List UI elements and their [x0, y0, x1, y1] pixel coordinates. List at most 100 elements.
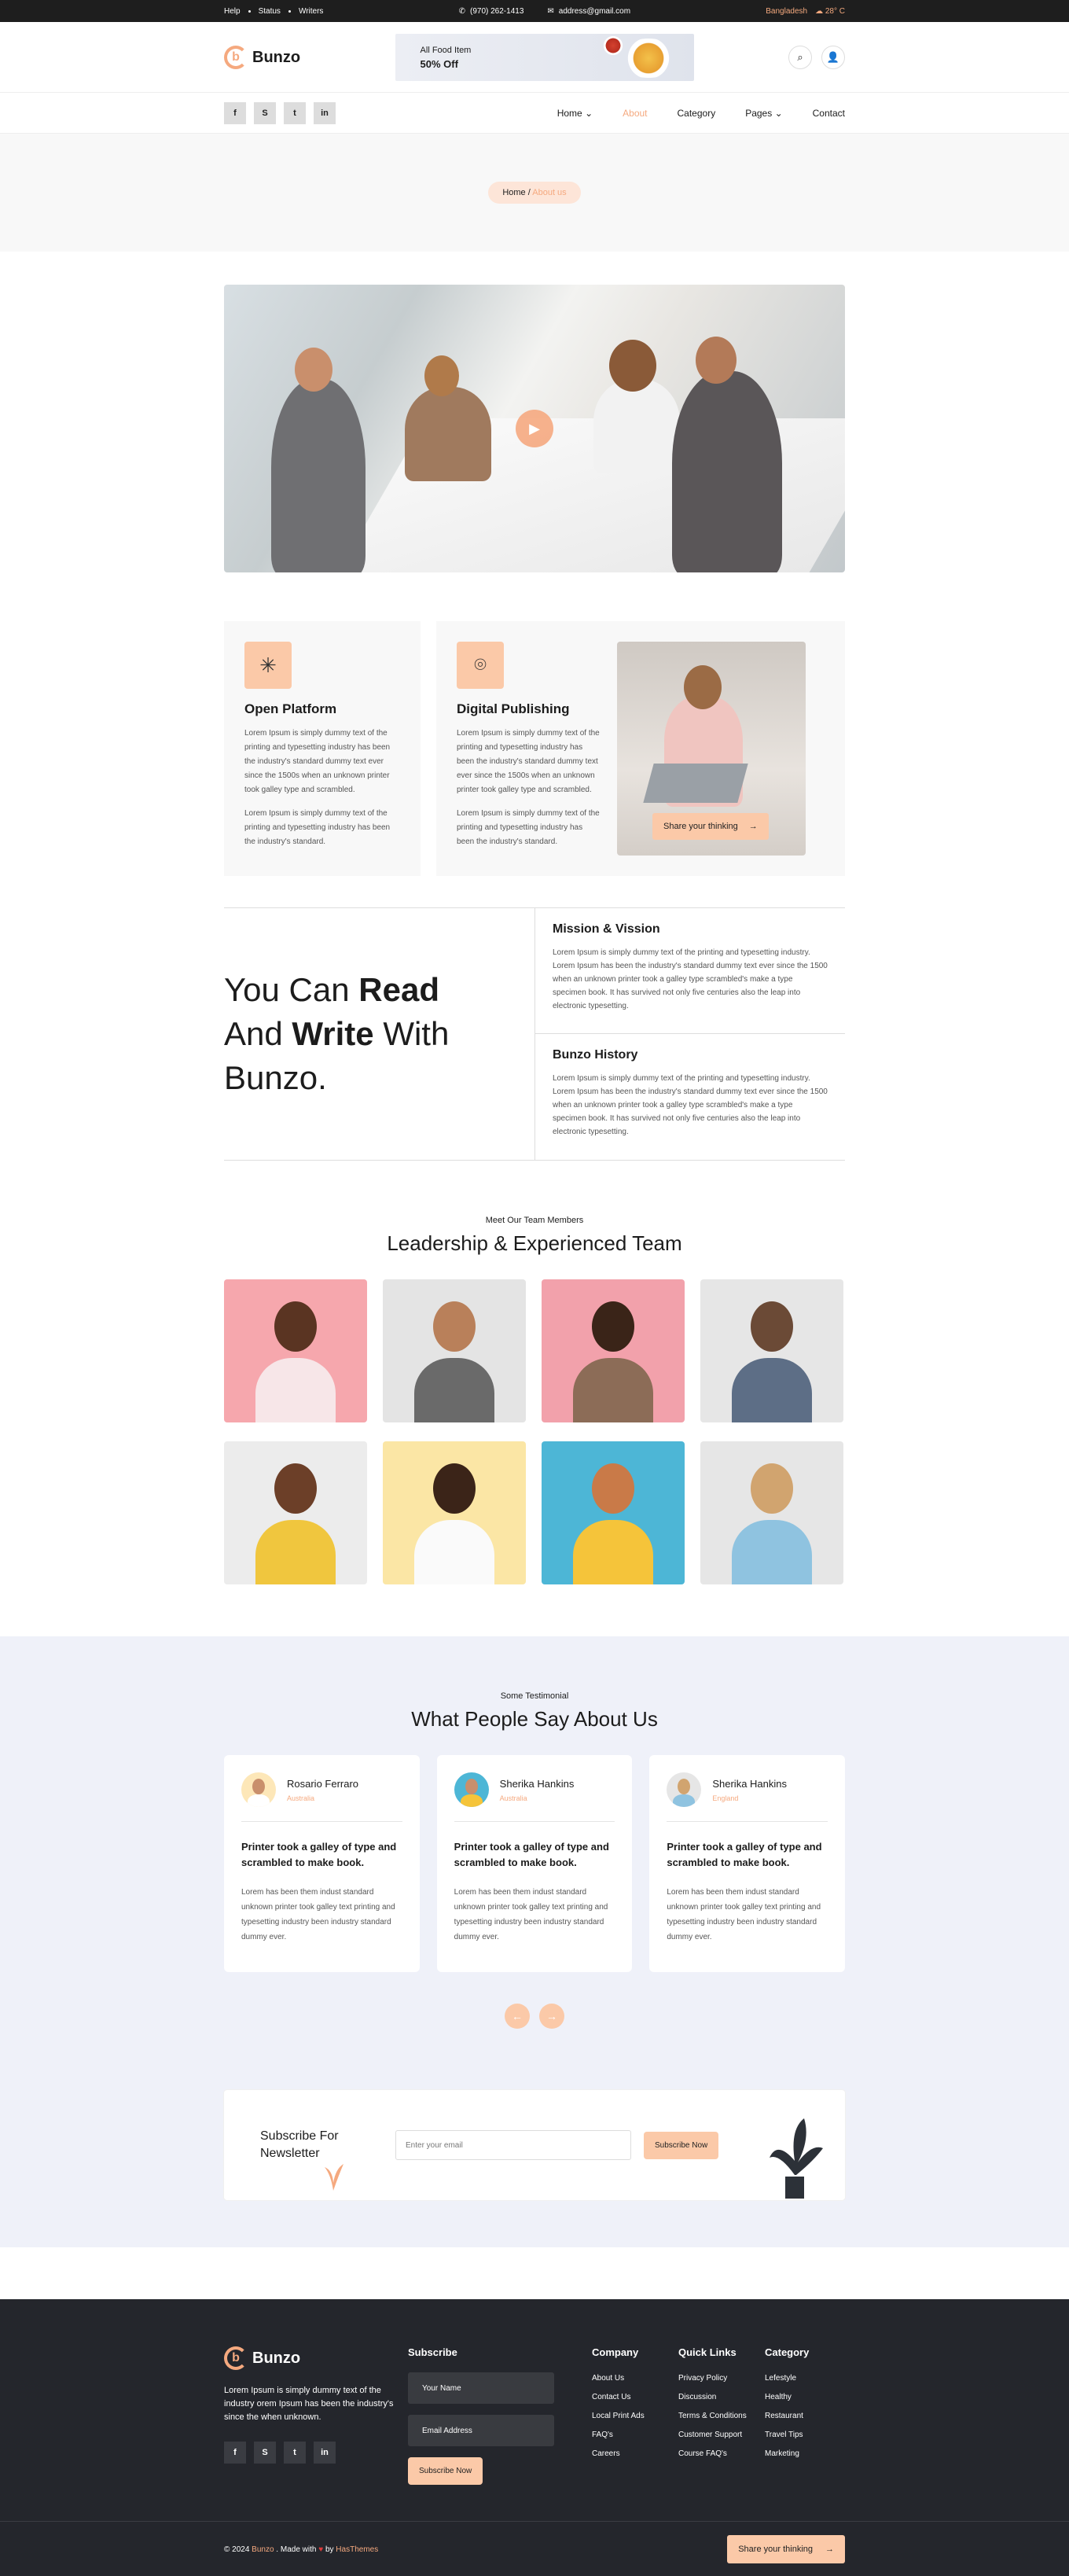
top-link-writers[interactable]: Writers [299, 7, 323, 16]
team-member-photo[interactable] [224, 1441, 367, 1584]
play-icon[interactable]: ▶ [516, 410, 553, 447]
skype-icon[interactable]: S [254, 2442, 276, 2464]
search-icon[interactable]: ⌕ [788, 46, 812, 69]
menu-item-contact[interactable]: Contact [813, 108, 845, 119]
footer-link[interactable]: FAQ's [592, 2431, 678, 2439]
team-title: Leadership & Experienced Team [387, 1231, 682, 1255]
member-head-image [274, 1463, 317, 1514]
site-header: b Bunzo All Food Item 50% Off ⌕ 👤 [0, 22, 1069, 93]
team-member-photo[interactable] [542, 1441, 685, 1584]
footer-link[interactable]: Careers [592, 2449, 678, 2458]
avatar [667, 1772, 702, 1807]
footer-name-input[interactable]: Your Name [408, 2372, 554, 2404]
testimonial-card: Sherika Hankins Australia Printer took a … [436, 1755, 633, 1972]
leaf-icon [325, 2164, 343, 2191]
testimonial-quote: Printer took a galley of type and scramb… [667, 1841, 822, 1868]
top-link-status[interactable]: Status [259, 7, 281, 16]
team-member-photo[interactable] [224, 1279, 367, 1422]
person-image [672, 371, 782, 572]
team-subtitle: Meet Our Team Members [485, 1216, 584, 1225]
menu-label: Pages [745, 108, 773, 119]
footer-link[interactable]: Privacy Policy [678, 2374, 765, 2383]
reading-person-image: Share your thinking → [617, 642, 806, 856]
newsletter-email-input[interactable]: Enter your email [395, 2130, 631, 2160]
footer-bottom-bar: © 2024 Bunzo . Made with ♥ by HasThemes … [0, 2521, 1069, 2576]
reviewer-name: Sherika Hankins [712, 1777, 787, 1790]
mission-block: Mission & Vission Lorem Ipsum is simply … [535, 908, 845, 1034]
weather: ☁ 28° C [815, 7, 845, 16]
avatar-body-image [460, 1794, 483, 1807]
footer-link[interactable]: Restaurant [765, 2412, 809, 2420]
footer-link[interactable]: Contact Us [592, 2393, 678, 2401]
footer-subscribe-button[interactable]: Subscribe Now [408, 2457, 483, 2485]
skype-icon[interactable]: S [254, 102, 276, 124]
user-icon[interactable]: 👤 [821, 46, 845, 69]
member-head-image [751, 1301, 793, 1352]
footer-link[interactable]: About Us [592, 2374, 678, 2383]
testimonial-section: Some Testimonial What People Say About U… [0, 1636, 1069, 2247]
facebook-icon[interactable]: f [224, 102, 246, 124]
phone-contact[interactable]: ✆ (970) 262-1413 [459, 7, 524, 16]
team-member-photo[interactable] [383, 1441, 526, 1584]
menu-item-home[interactable]: Home ⌄ [557, 108, 593, 119]
member-head-image [274, 1301, 317, 1352]
reviewer-name: Rosario Ferraro [287, 1777, 359, 1790]
team-member-photo[interactable] [383, 1279, 526, 1422]
member-head-image [592, 1463, 634, 1514]
footer-link[interactable]: Lefestyle [765, 2374, 809, 2383]
menu-item-about[interactable]: About [623, 108, 647, 119]
top-link-help[interactable]: Help [224, 7, 241, 16]
testimonial-text: Lorem has been them indust standard unkn… [454, 1888, 608, 1941]
team-member-photo[interactable] [700, 1441, 843, 1584]
arrow-right-icon[interactable]: → [539, 2004, 564, 2029]
footer-link[interactable]: Marketing [765, 2449, 809, 2458]
email-contact[interactable]: ✉ address@gmail.com [547, 7, 630, 16]
author-link[interactable]: HasThemes [336, 2545, 378, 2554]
copyright-text: . Made with [274, 2545, 319, 2554]
footer-link[interactable]: Travel Tips [765, 2431, 809, 2439]
menu-item-category[interactable]: Category [678, 108, 716, 119]
menu-item-pages[interactable]: Pages ⌄ [745, 108, 782, 119]
member-body-image [255, 1520, 336, 1584]
feature-text: Lorem Ipsum is simply dummy text of the … [457, 809, 600, 846]
footer-link[interactable]: Local Print Ads [592, 2412, 678, 2420]
top-links: Help Status Writers [224, 7, 323, 16]
footer-logo[interactable]: b Bunzo [224, 2346, 408, 2370]
footer-email-input[interactable]: Email Address [408, 2415, 554, 2446]
team-member-photo[interactable] [700, 1279, 843, 1422]
avatar-head-image [465, 1779, 478, 1794]
laptop-image [643, 764, 748, 803]
copyright-text: © 2024 [224, 2545, 252, 2554]
logo-mark-icon: b [224, 2346, 248, 2370]
footer-link[interactable]: Terms & Conditions [678, 2412, 765, 2420]
about-video[interactable]: ▶ [224, 285, 845, 572]
share-thinking-button[interactable]: Share your thinking → [652, 813, 769, 840]
twitter-icon[interactable]: t [284, 2442, 306, 2464]
avatar-body-image [248, 1794, 270, 1807]
footer-link[interactable]: Course FAQ's [678, 2449, 765, 2458]
team-member-photo[interactable] [542, 1279, 685, 1422]
linkedin-icon[interactable]: in [314, 102, 336, 124]
arrow-left-icon[interactable]: ← [505, 2004, 530, 2029]
button-label: Share your thinking [738, 2545, 813, 2554]
footer-link[interactable]: Healthy [765, 2393, 809, 2401]
site-footer: b Bunzo Lorem Ipsum is simply dummy text… [0, 2299, 1069, 2576]
member-body-image [732, 1520, 812, 1584]
footer-link[interactable]: Discussion [678, 2393, 765, 2401]
footer-share-thinking-button[interactable]: Share your thinking → [727, 2535, 845, 2563]
copyright: © 2024 Bunzo . Made with ♥ by HasThemes [224, 2545, 378, 2554]
promo-banner[interactable]: All Food Item 50% Off [395, 34, 694, 81]
reviewer-location: Australia [287, 1794, 315, 1802]
logo-mark-icon: b [224, 46, 248, 69]
footer-link[interactable]: Customer Support [678, 2431, 765, 2439]
newsletter-box: Subscribe For Newsletter Enter your emai… [224, 2090, 845, 2200]
reviewer-location: England [712, 1794, 739, 1802]
linkedin-icon[interactable]: in [314, 2442, 336, 2464]
subscribe-button[interactable]: Subscribe Now [644, 2131, 719, 2159]
copyright-brand-link[interactable]: Bunzo [252, 2545, 274, 2554]
facebook-icon[interactable]: f [224, 2442, 246, 2464]
breadcrumb-home[interactable]: Home [502, 188, 525, 197]
logo[interactable]: b Bunzo [224, 46, 300, 69]
location-text: Bangladesh [766, 6, 808, 16]
twitter-icon[interactable]: t [284, 102, 306, 124]
